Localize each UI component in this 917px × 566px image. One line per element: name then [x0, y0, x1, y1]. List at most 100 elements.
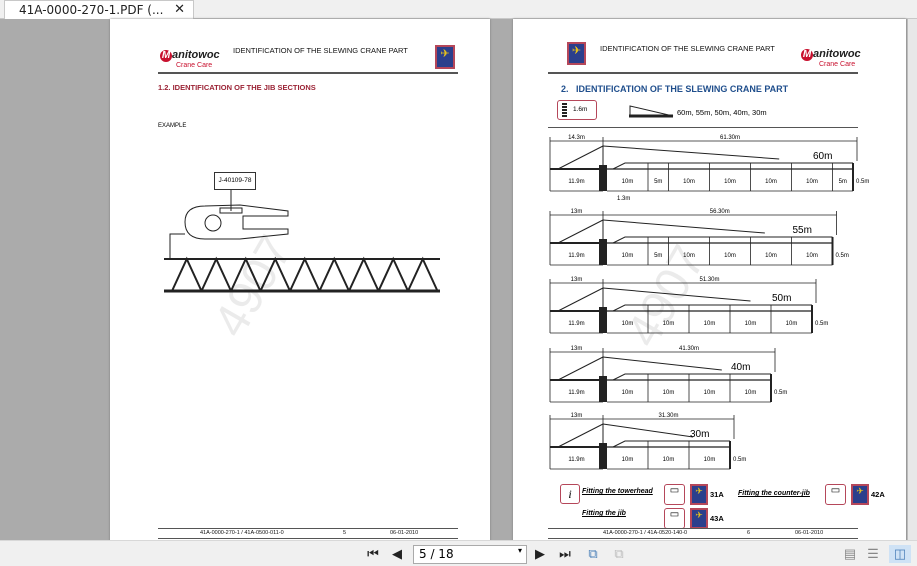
jib-icon	[629, 105, 674, 118]
section-length-label: 10m	[663, 457, 675, 463]
jib-diagram-40m: 13m 41.30m 40m 11.9m 10m 10m 10m 10m 0.5m	[549, 346, 787, 403]
total-dim-label: 41.30m	[679, 346, 699, 352]
jib-chord	[612, 304, 812, 312]
jib-section-drawing	[164, 190, 440, 293]
jib-length-label: 55m	[793, 225, 812, 236]
crane-badge-icon: ✈	[690, 484, 708, 505]
section-length-label: 5m	[654, 253, 662, 259]
section-length-label: 10m	[765, 179, 777, 185]
two-page-view-icon[interactable]: ◫	[889, 545, 911, 563]
legend-rule	[548, 127, 858, 128]
section-length-label: 10m	[622, 179, 634, 185]
counter-dim-label: 13m	[571, 413, 583, 419]
footer-doc: 41A-0000-270-1 / 41A-0500-011-0	[200, 530, 284, 536]
vertical-scrollbar[interactable]	[907, 19, 917, 540]
chevron-down-icon[interactable]: ▾	[518, 546, 522, 555]
jib-length-label: 60m	[813, 151, 832, 162]
tip-length-label: 0.5m	[815, 321, 828, 327]
footer-rule-bottom	[548, 538, 858, 539]
ref-towerhead: 31A	[710, 490, 724, 499]
section-heading: 2. IDENTIFICATION OF THE SLEWING CRANE P…	[561, 84, 789, 94]
header-title: IDENTIFICATION OF THE SLEWING CRANE PART	[233, 46, 408, 55]
document-tab[interactable]: 41A-0000-270-1.PDF (... ✕	[4, 0, 194, 19]
jib-tie	[602, 423, 694, 438]
mast-head	[599, 307, 607, 333]
crane-badge-icon: ✈	[851, 484, 869, 505]
jib-tie	[602, 145, 780, 160]
section-length-label: 10m	[786, 321, 798, 327]
section-length-label: 5m	[839, 179, 847, 185]
counter-jib-tie	[557, 219, 604, 244]
go-forward-view-icon[interactable]: ⧉	[610, 545, 628, 563]
mast-head	[599, 165, 607, 191]
total-dim-label: 31.30m	[658, 413, 678, 419]
jib-diagram-55m: 13m 56.30m 55m 11.9m 10m 5m 10m 10m 10m 10m 0.5m	[549, 209, 849, 266]
footer-date: 06-01-2010	[390, 530, 419, 536]
info-icon: i	[560, 484, 580, 504]
mast-icon	[562, 103, 567, 118]
manitowoc-logo: Manitowoc	[801, 48, 861, 61]
link-fitting-counter-jib[interactable]: Fitting the counter-jib	[738, 490, 810, 497]
ref-counter-jib: 42A	[871, 490, 885, 499]
counter-jib-length: 11.9m	[568, 321, 584, 327]
link-fitting-jib[interactable]: Fitting the jib	[582, 510, 626, 517]
jib-diagram-60m: 14.3m 61.30m 60m 11.9m 10m 5m 10m 10m 10m 10m 5m 0.…	[549, 135, 869, 192]
section-length-label: 10m	[622, 457, 634, 463]
mast-offset-label: 1.3m	[617, 196, 631, 202]
footer-page: 6	[747, 530, 751, 536]
tool-icon: ▭	[664, 508, 685, 529]
previous-page-button[interactable]: ◀	[389, 545, 405, 563]
total-dim-label: 56.30m	[710, 209, 730, 215]
jib-chord	[612, 440, 730, 448]
link-fitting-towerhead[interactable]: Fitting the towerhead	[582, 488, 653, 495]
jib-tie	[602, 287, 751, 302]
mast-head	[599, 239, 607, 265]
counter-dim-label: 14.3m	[568, 135, 585, 141]
section-length-label: 10m	[704, 321, 716, 327]
section-length-label: 10m	[622, 253, 634, 259]
footer-date: 06-01-2010	[795, 530, 824, 536]
crane-badge-icon: ✈	[435, 45, 455, 69]
jib-tie	[602, 356, 722, 371]
section-length-label: 10m	[704, 457, 716, 463]
section-length-label: 5m	[654, 179, 662, 185]
section-length-label: 10m	[724, 179, 736, 185]
tag-label-box: J-40109-78	[214, 172, 256, 190]
counter-jib-tie	[557, 287, 604, 312]
jib-chord	[612, 162, 853, 170]
counter-jib-length: 11.9m	[568, 253, 584, 259]
single-page-view-icon[interactable]: ▤	[842, 545, 858, 563]
close-tab-icon[interactable]: ✕	[174, 2, 185, 17]
next-page-button[interactable]: ▶	[532, 545, 548, 563]
footer-rule-top	[548, 528, 858, 529]
jib-chord	[612, 373, 771, 381]
section-length-label: 10m	[622, 390, 634, 396]
section-length-label: 10m	[663, 321, 675, 327]
section-length-label: 10m	[724, 253, 736, 259]
counter-jib-length: 11.9m	[568, 179, 584, 185]
tip-length-label: 0.5m	[774, 390, 787, 396]
go-back-view-icon[interactable]: ⧉	[584, 545, 602, 563]
jib-diagram-50m: 13m 51.30m 50m 11.9m 10m 10m 10m 10m 10m 0.5m	[549, 277, 828, 334]
right-page: 4907 ✈ IDENTIFICATION OF THE SLEWING CRA…	[513, 19, 906, 549]
header-title: IDENTIFICATION OF THE SLEWING CRANE PART	[600, 44, 775, 53]
jib-chord	[612, 236, 833, 244]
jib-diagram-30m: 13m 31.30m 30m 11.9m 10m 10m 10m 0.5m	[549, 413, 746, 470]
counter-jib-length: 11.9m	[568, 457, 584, 463]
header-rule	[158, 72, 458, 74]
counter-jib-tie	[557, 145, 604, 170]
last-page-button[interactable]: ⏭	[556, 545, 574, 563]
total-dim-label: 51.30m	[699, 277, 719, 283]
first-page-button[interactable]: ⏮	[364, 545, 382, 563]
continuous-view-icon[interactable]: ☰	[865, 545, 881, 563]
section-length-label: 10m	[806, 253, 818, 259]
counter-dim-label: 13m	[571, 346, 583, 352]
jib-lengths: 60m, 55m, 50m, 40m, 30m	[677, 108, 767, 117]
section-length-label: 10m	[683, 253, 695, 259]
footer-rule-top	[158, 528, 458, 529]
viewer-toolbar: ⏮ ◀ 5 / 18 ▾ ▶ ⏭ ⧉ ⧉ ▤ ☰ ◫	[0, 540, 917, 566]
footer-page: 5	[343, 530, 347, 536]
jib-length-label: 30m	[690, 429, 709, 440]
jib-length-label: 40m	[731, 362, 750, 373]
page-number-input[interactable]: 5 / 18 ▾	[413, 545, 527, 564]
